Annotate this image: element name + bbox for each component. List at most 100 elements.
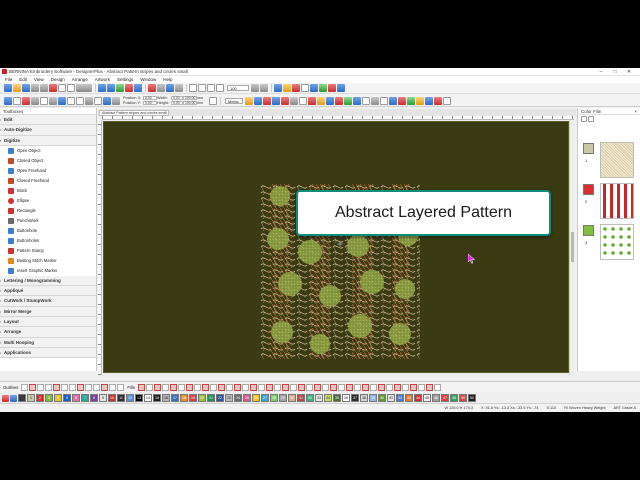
menu-settings[interactable]: Settings: [117, 77, 133, 82]
fill-type-icon[interactable]: [345, 383, 353, 391]
color-swatch[interactable]: [583, 143, 594, 154]
menu-artwork[interactable]: Artwork: [95, 77, 110, 82]
fill-type-icon[interactable]: [233, 383, 241, 391]
height-input[interactable]: 0.00: [171, 101, 183, 105]
position-y-input[interactable]: 0.00: [143, 101, 157, 105]
palette-color-swatch[interactable]: 29: [279, 394, 287, 402]
stitch-density-icon[interactable]: [443, 96, 451, 105]
palette-color-swatch[interactable]: 45: [423, 394, 431, 402]
palette-color-swatch[interactable]: 5: [63, 394, 71, 402]
palette-color-swatch[interactable]: 43: [405, 394, 413, 402]
fill-type-icon[interactable]: [217, 383, 225, 391]
tool-open-freehand[interactable]: Open Freehand: [0, 166, 96, 176]
fill-type-icon[interactable]: [145, 383, 153, 391]
color-film-row[interactable]: 2: [582, 183, 637, 219]
artistic-view-button[interactable]: [175, 84, 183, 92]
rotate-icon[interactable]: [67, 96, 75, 105]
palette-color-swatch[interactable]: 49: [459, 394, 467, 402]
design-canvas[interactable]: Abstract Layered Pattern: [103, 121, 569, 373]
palette-color-swatch[interactable]: 10: [108, 394, 116, 402]
maximize-button[interactable]: □: [610, 68, 620, 76]
proportional-lock-icon[interactable]: [209, 96, 217, 105]
stitch-angle-icon[interactable]: [362, 96, 370, 105]
fill-type-icon[interactable]: [353, 383, 361, 391]
color-film-row[interactable]: 3: [582, 224, 637, 260]
palette-color-swatch[interactable]: 22: [216, 394, 224, 402]
pick-color-icon[interactable]: [2, 394, 9, 402]
cut-button[interactable]: [49, 84, 57, 92]
palette-color-swatch[interactable]: 4: [54, 394, 62, 402]
palette-color-swatch[interactable]: 12: [126, 394, 134, 402]
tab-close-icon[interactable]: ×: [168, 111, 169, 115]
palette-color-swatch[interactable]: 9: [99, 394, 107, 402]
toolbox-section-mirror-merge[interactable]: Mirror Merge: [0, 306, 96, 318]
flip-icon[interactable]: [281, 96, 289, 105]
fill-type-icon[interactable]: [329, 383, 337, 391]
palette-color-swatch[interactable]: 31: [297, 394, 305, 402]
fill-type-icon[interactable]: [193, 383, 201, 391]
show-stitches-button[interactable]: [166, 84, 174, 92]
tool-ellipse[interactable]: Ellipse: [0, 196, 96, 206]
menu-view[interactable]: View: [34, 77, 44, 82]
toolbox-section-edit[interactable]: Edit: [0, 115, 96, 126]
palette-color-swatch[interactable]: 36: [342, 394, 350, 402]
fill-holes-icon[interactable]: [344, 96, 352, 105]
palette-color-swatch[interactable]: 34: [324, 394, 332, 402]
fill-type-icon[interactable]: [209, 383, 217, 391]
connect-icon[interactable]: [335, 96, 343, 105]
palette-color-swatch[interactable]: 2: [36, 394, 44, 402]
grid-button[interactable]: [148, 84, 156, 92]
offset-icon[interactable]: [380, 96, 388, 105]
export-button[interactable]: [40, 84, 48, 92]
fill-type-icon[interactable]: [265, 383, 273, 391]
palette-color-swatch[interactable]: 13: [135, 394, 143, 402]
magnify-out-icon[interactable]: [198, 84, 206, 92]
fill-type-icon[interactable]: [313, 383, 321, 391]
show-hoop-icon[interactable]: [254, 96, 262, 105]
scroll-thumb[interactable]: [571, 232, 574, 262]
portfolio-button[interactable]: [283, 84, 291, 92]
units-select[interactable]: Metric: [225, 97, 243, 104]
toolbox-section-lettering-monogramming[interactable]: Lettering / Monogramming: [0, 275, 96, 287]
outline-type-icon[interactable]: [117, 383, 125, 391]
duplicate-object-icon[interactable]: [290, 96, 298, 105]
palette-color-swatch[interactable]: 33: [315, 394, 323, 402]
lock-icon[interactable]: [40, 96, 48, 105]
palette-color-swatch[interactable]: 26: [252, 394, 260, 402]
tool-buttonhole[interactable]: Buttonhole: [0, 226, 96, 236]
tie-in-icon[interactable]: [398, 96, 406, 105]
hoop-button[interactable]: [125, 84, 133, 92]
menu-design[interactable]: Design: [51, 77, 65, 82]
palette-color-swatch[interactable]: 28: [270, 394, 278, 402]
mirror-merge-icon[interactable]: [326, 96, 334, 105]
close-button[interactable]: ✕: [624, 68, 634, 76]
palette-color-swatch[interactable]: 27: [261, 394, 269, 402]
skew-icon[interactable]: [76, 96, 84, 105]
customer-design-button[interactable]: [274, 84, 282, 92]
outline-type-icon[interactable]: [29, 383, 37, 391]
palette-color-swatch[interactable]: 40: [378, 394, 386, 402]
palette-color-swatch[interactable]: 24: [234, 394, 242, 402]
fill-type-icon[interactable]: [169, 383, 177, 391]
fill-type-icon[interactable]: [401, 383, 409, 391]
width-input[interactable]: 0.00: [171, 96, 183, 100]
color-film-toggle-button[interactable]: [319, 84, 327, 92]
palette-color-swatch[interactable]: 44: [414, 394, 422, 402]
palette-color-swatch[interactable]: 15: [153, 394, 161, 402]
minimize-button[interactable]: –: [596, 68, 606, 76]
toolbox-section-auto-digitize[interactable]: Auto-Digitize: [0, 125, 96, 136]
color-film-row[interactable]: 1: [582, 142, 637, 178]
tool-insert-graphic-marker[interactable]: Insert Graphic Marker: [0, 266, 96, 276]
save-button[interactable]: [22, 84, 30, 92]
tool-block[interactable]: Block: [0, 186, 96, 196]
send-to-machine-button[interactable]: [134, 84, 142, 92]
outline-type-icon[interactable]: [61, 383, 69, 391]
remove-overlaps-icon[interactable]: [353, 96, 361, 105]
mirror-icon[interactable]: [58, 96, 66, 105]
outline-type-icon[interactable]: [101, 383, 109, 391]
fill-type-icon[interactable]: [137, 383, 145, 391]
palette-color-swatch[interactable]: 1: [27, 394, 35, 402]
tool-basting-stitch-marker[interactable]: Basting Stitch Marker: [0, 256, 96, 266]
palette-color-swatch[interactable]: 50: [468, 394, 476, 402]
wreath-icon[interactable]: [308, 96, 316, 105]
